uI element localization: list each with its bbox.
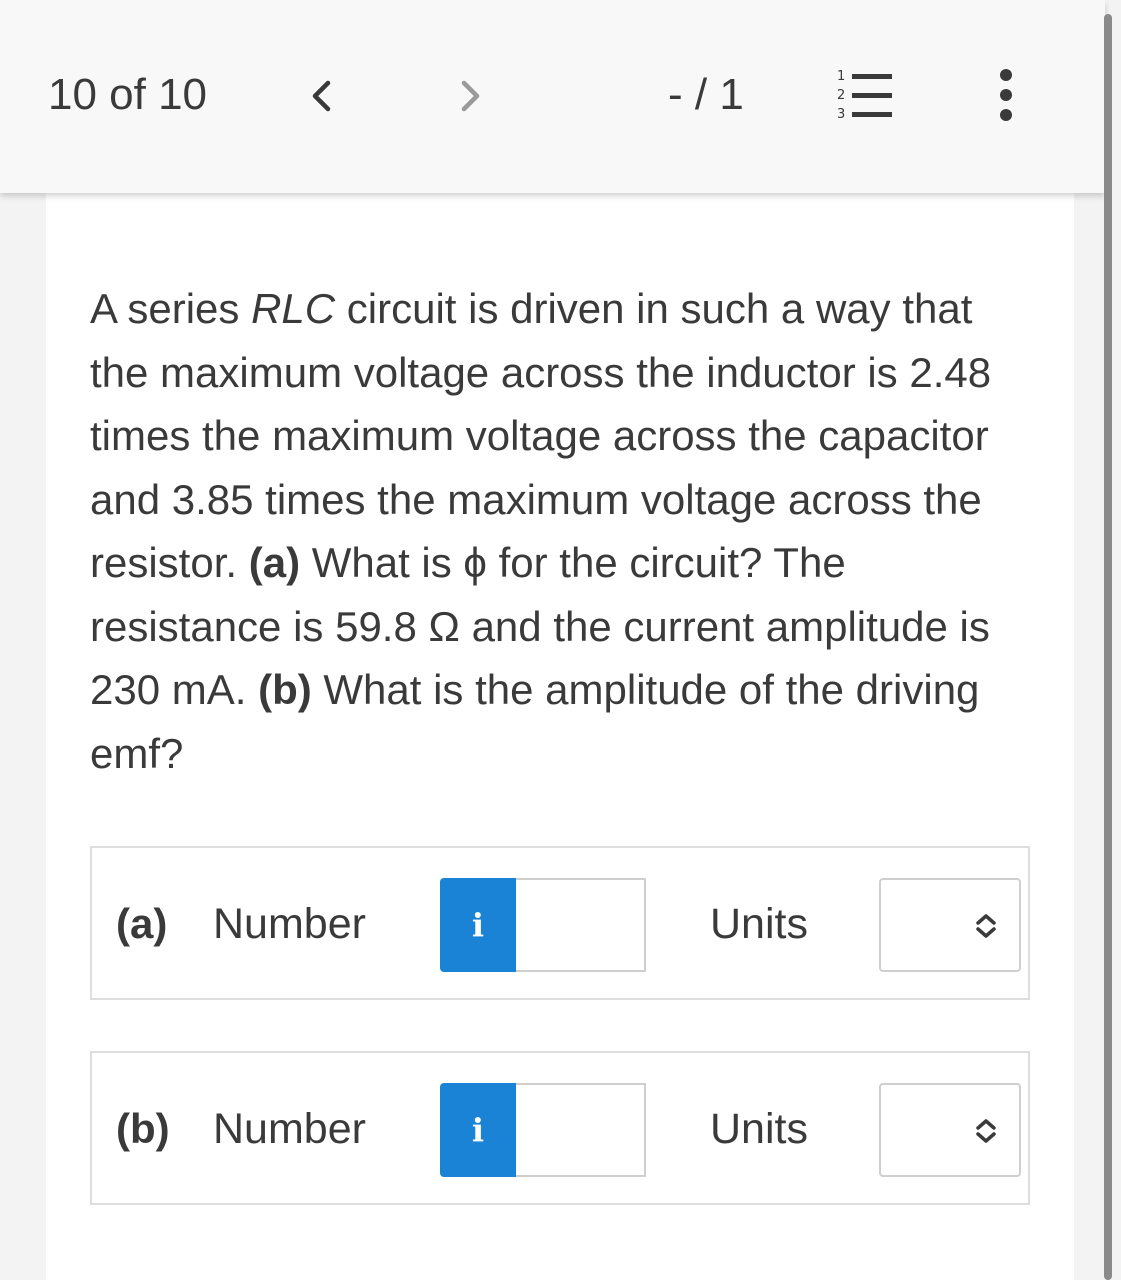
units-label: Units bbox=[710, 900, 808, 948]
svg-text:1: 1 bbox=[837, 69, 845, 84]
more-vertical-icon bbox=[1000, 69, 1012, 81]
chevron-left-icon bbox=[312, 80, 331, 112]
svg-text:2: 2 bbox=[837, 88, 845, 103]
info-button[interactable]: i bbox=[440, 878, 516, 972]
rlc-term: RLC bbox=[251, 285, 336, 332]
info-icon: i bbox=[471, 906, 485, 944]
updown-chevron-icon bbox=[976, 914, 996, 938]
units-select-b[interactable] bbox=[879, 1083, 1021, 1177]
number-label: Number bbox=[213, 1105, 366, 1153]
info-icon: i bbox=[471, 1111, 485, 1149]
part-b-label: (b) bbox=[258, 666, 312, 713]
svg-text:3: 3 bbox=[837, 107, 845, 122]
updown-chevron-icon bbox=[976, 1119, 996, 1143]
numbered-list-icon: 1 2 3 bbox=[837, 69, 892, 122]
number-input-a[interactable] bbox=[516, 878, 646, 972]
part-label: (b) bbox=[116, 1105, 170, 1152]
answer-row-b: (b) Number i Units bbox=[90, 1051, 1030, 1205]
question-card: A series RLC circuit is driven in such a… bbox=[46, 193, 1074, 1280]
more-options-button[interactable] bbox=[986, 66, 1026, 124]
number-input-b[interactable] bbox=[516, 1083, 646, 1177]
next-question-button[interactable] bbox=[446, 68, 496, 124]
part-a-label: (a) bbox=[248, 539, 301, 586]
question-text: A series RLC circuit is driven in such a… bbox=[90, 285, 992, 777]
info-button[interactable]: i bbox=[440, 1083, 516, 1177]
units-select-a[interactable] bbox=[879, 878, 1021, 972]
chevron-right-icon bbox=[461, 80, 480, 112]
score-display: - / 1 bbox=[668, 70, 744, 119]
top-navigation-bar: 10 of 10 - / 1 1 2 3 bbox=[0, 0, 1105, 193]
previous-question-button[interactable] bbox=[296, 68, 346, 124]
question-list-button[interactable]: 1 2 3 bbox=[830, 66, 900, 124]
question-counter: 10 of 10 bbox=[48, 70, 208, 119]
units-label: Units bbox=[710, 1105, 808, 1153]
number-label: Number bbox=[213, 900, 366, 948]
answer-row-a: (a) Number i Units bbox=[90, 846, 1030, 1000]
part-label: (a) bbox=[116, 900, 168, 947]
scrollbar[interactable] bbox=[1104, 14, 1112, 1280]
